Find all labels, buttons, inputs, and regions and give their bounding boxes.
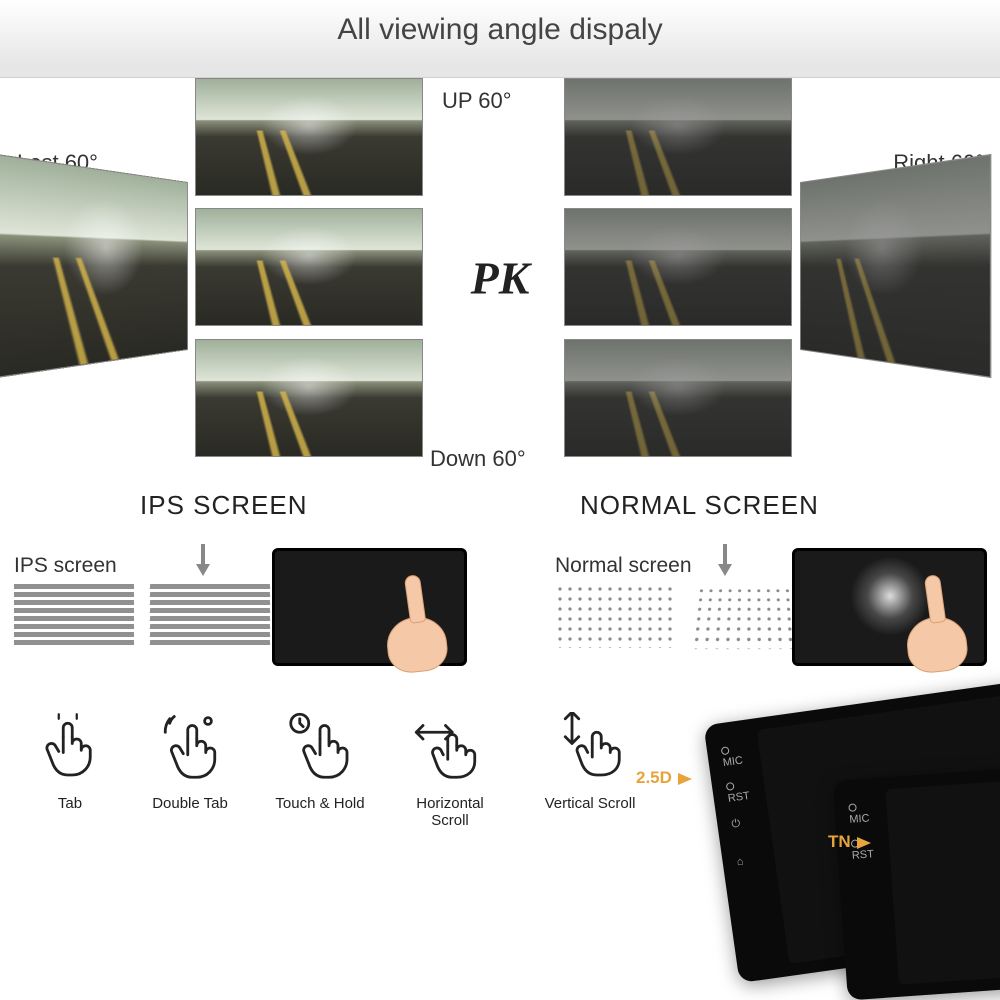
hand-icon [379, 603, 459, 693]
touch-hold-icon [284, 712, 356, 784]
normal-sample-right [800, 154, 991, 378]
gesture-label: Double Tab [140, 795, 240, 812]
device-mic-label: MIC [848, 801, 869, 822]
horizontal-scroll-icon [414, 712, 486, 784]
tap-icon [34, 712, 106, 784]
gesture-vertical-scroll: Vertical Scroll [540, 712, 640, 812]
normal-sample-up [564, 78, 792, 196]
gesture-label: Tab [20, 795, 120, 812]
arrow-right-icon [678, 773, 692, 785]
screen-type-section: IPS SCREEN NORMAL SCREEN IPS screen Norm… [0, 490, 1000, 690]
versus-label: PK [471, 252, 530, 305]
ips-layers-icon [14, 584, 134, 648]
home-icon: ⌂ [736, 853, 759, 876]
device-rst-label: RST [725, 778, 748, 801]
gesture-tab: Tab [20, 712, 120, 812]
normal-sample-front [564, 208, 792, 326]
normal-layers-icon [555, 584, 675, 648]
gesture-horizontal-scroll: Horizontal Scroll [400, 712, 500, 829]
power-icon: ⏻ [731, 816, 754, 839]
callout-2-5d: 2.5D [636, 768, 692, 788]
double-tap-icon [154, 712, 226, 784]
arrow-right-icon [857, 837, 871, 849]
gesture-label: Horizontal Scroll [400, 795, 500, 829]
normal-subheading: Normal screen [555, 554, 692, 578]
normal-touch-demo [792, 548, 987, 666]
ips-subheading: IPS screen [14, 554, 117, 578]
device-screen [885, 776, 1000, 984]
vertical-scroll-icon [554, 712, 626, 784]
press-arrow-icon [718, 544, 732, 578]
gesture-label: Vertical Scroll [540, 795, 640, 812]
device-small: MIC RST [833, 764, 1000, 1000]
page-title: All viewing angle dispaly [0, 0, 1000, 78]
gesture-touch-hold: Touch & Hold [270, 712, 370, 812]
angle-label-up: UP 60° [442, 88, 512, 114]
ips-sample-front [195, 208, 423, 326]
device-mic-label: MIC [720, 743, 743, 766]
ips-layers-pressed-icon [150, 584, 270, 648]
gesture-double-tab: Double Tab [140, 712, 240, 812]
press-arrow-icon [196, 544, 210, 578]
ips-sample-up [195, 78, 423, 196]
angle-label-down: Down 60° [430, 446, 526, 472]
normal-sample-down [564, 339, 792, 457]
ips-touch-demo [272, 548, 467, 666]
ips-heading: IPS SCREEN [140, 490, 308, 521]
ips-sample-down [195, 339, 423, 457]
callout-tn: TN [828, 832, 871, 852]
gesture-label: Touch & Hold [270, 795, 370, 812]
viewing-angle-comparison: UP 60° Down 60° Lest 60° Right 60° PK [0, 78, 1000, 478]
ips-sample-left [0, 154, 188, 378]
normal-heading: NORMAL SCREEN [580, 490, 819, 521]
gesture-row: Tab Double Tab Touch & Hold Horizontal S… [0, 712, 640, 862]
